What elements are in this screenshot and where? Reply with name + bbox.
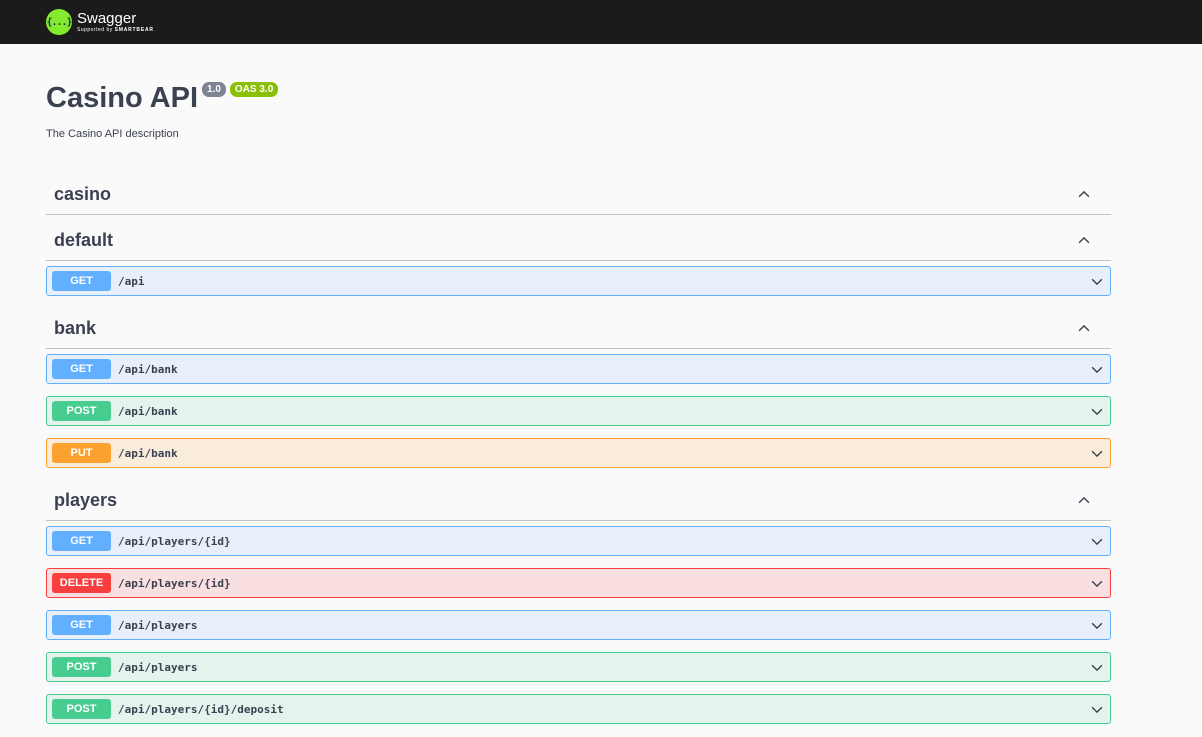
tag-header-players[interactable]: players (46, 480, 1111, 521)
topbar: {...} Swagger Supported by SMARTBEAR (0, 0, 1202, 44)
tag-name: bank (54, 317, 97, 338)
operation-path: /api/players (118, 618, 198, 632)
operation-post-row[interactable]: POST/api/players (46, 652, 1111, 682)
operation-path: /api/players/{id} (118, 576, 231, 590)
operation-path: /api/players/{id}/deposit (118, 702, 284, 716)
api-info: Casino API 1.0 OAS 3.0 The Casino API de… (46, 80, 1111, 140)
chevron-down-icon[interactable] (1090, 405, 1104, 419)
operation-path: /api (118, 274, 145, 288)
swagger-logo-icon: {...} (46, 9, 73, 35)
oas-badge: OAS 3.0 (229, 82, 279, 97)
chevron-down-icon[interactable] (1090, 577, 1104, 591)
chevron-up-icon[interactable] (1077, 233, 1091, 247)
tag-header-casino[interactable]: casino (46, 174, 1111, 215)
tag-name: default (54, 229, 114, 250)
logo-glyph: {...} (46, 16, 72, 28)
operation-delete-row[interactable]: DELETE/api/players/{id} (46, 568, 1111, 598)
operation-path: /api/players/{id} (118, 534, 231, 548)
tag-name: casino (54, 183, 112, 204)
operation-groups: casino default GET/api bank GET/api/bank POST… (46, 174, 1111, 736)
operation-put-row[interactable]: PUT/api/bank (46, 438, 1111, 468)
operation-path: /api/players (118, 660, 198, 674)
tag-group-casino: casino (46, 174, 1111, 215)
tag-name: players (54, 489, 118, 510)
operation-get-row[interactable]: GET/api/players/{id} (46, 526, 1111, 556)
operation-path: /api/bank (118, 404, 178, 418)
operation-path: /api/bank (118, 446, 178, 460)
chevron-up-icon[interactable] (1077, 493, 1091, 507)
tag-header-default[interactable]: default (46, 220, 1111, 261)
operation-get-row[interactable]: GET/api/bank (46, 354, 1111, 384)
chevron-down-icon[interactable] (1090, 363, 1104, 377)
api-description: The Casino API description (46, 128, 179, 140)
method-badge-get: GET (52, 359, 111, 379)
tag-header-bank[interactable]: bank (46, 308, 1111, 349)
tag-group-default: default GET/api (46, 220, 1111, 296)
page-title: Casino API (46, 82, 199, 114)
method-badge-get: GET (52, 531, 111, 551)
brand-sub: Supported by SMARTBEAR (77, 28, 154, 33)
chevron-up-icon[interactable] (1077, 187, 1091, 201)
chevron-down-icon[interactable] (1090, 275, 1104, 289)
chevron-down-icon[interactable] (1090, 535, 1104, 549)
method-badge-put: PUT (52, 443, 111, 463)
operation-get-row[interactable]: GET/api (46, 266, 1111, 296)
operation-post-row[interactable]: POST/api/bank (46, 396, 1111, 426)
tag-group-bank: bank GET/api/bank POST/api/bank PUT/api/ban… (46, 308, 1111, 468)
brand-name: Swagger (77, 10, 137, 27)
operation-path: /api/bank (118, 362, 178, 376)
tag-group-players: players GET/api/players/{id} DELETE/api/pl… (46, 480, 1111, 724)
chevron-up-icon[interactable] (1077, 321, 1091, 335)
swagger-logo[interactable]: {...} Swagger Supported by SMARTBEAR (46, 9, 154, 35)
chevron-down-icon[interactable] (1090, 703, 1104, 717)
operation-get-row[interactable]: GET/api/players (46, 610, 1111, 640)
chevron-down-icon[interactable] (1090, 661, 1104, 675)
version-badge: 1.0 (202, 82, 226, 97)
method-badge-post: POST (52, 401, 111, 421)
method-badge-delete: DELETE (52, 573, 111, 593)
method-badge-post: POST (52, 657, 111, 677)
brand-sub-prefix: Supported by (77, 27, 113, 33)
method-badge-get: GET (52, 615, 111, 635)
method-badge-get: GET (52, 271, 111, 291)
method-badge-post: POST (52, 699, 111, 719)
chevron-down-icon[interactable] (1090, 447, 1104, 461)
operation-post-row[interactable]: POST/api/players/{id}/deposit (46, 694, 1111, 724)
brand-sub-name: SMARTBEAR (114, 27, 154, 33)
chevron-down-icon[interactable] (1090, 619, 1104, 633)
